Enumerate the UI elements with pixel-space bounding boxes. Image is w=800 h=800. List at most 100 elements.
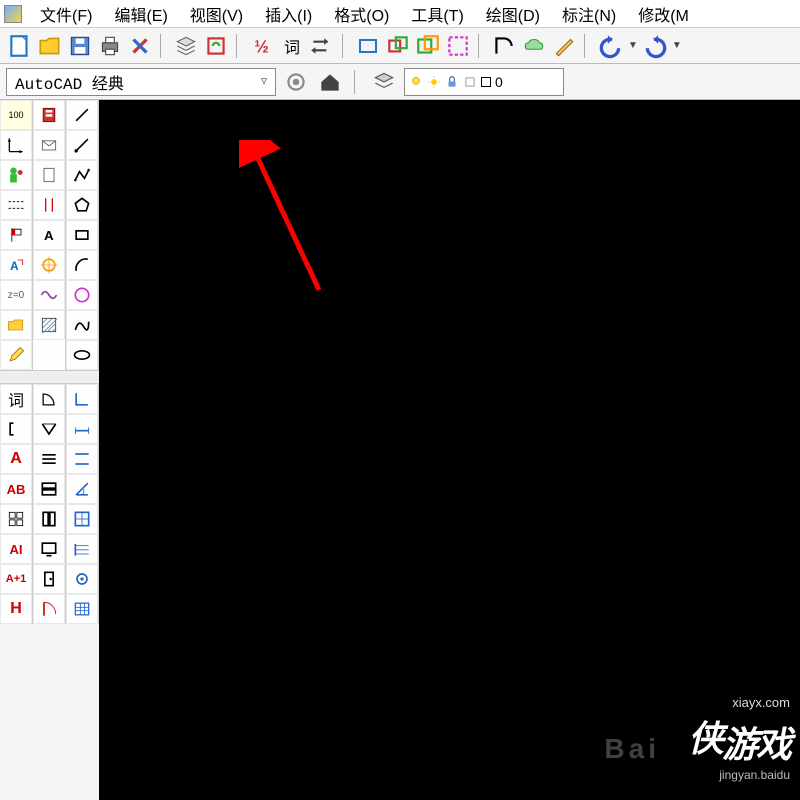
layer-manager-button[interactable] <box>370 68 398 96</box>
dim-angle-icon[interactable] <box>66 474 98 504</box>
v-shape-icon[interactable] <box>33 414 65 444</box>
transfer-button[interactable] <box>308 32 336 60</box>
quarter-arc-icon[interactable] <box>33 384 65 414</box>
undo-button[interactable] <box>596 32 624 60</box>
svg-text:A: A <box>10 260 19 273</box>
plot-preview-button[interactable] <box>126 32 154 60</box>
layer-color-swatch <box>481 77 491 87</box>
target-icon[interactable] <box>33 250 65 280</box>
menu-format[interactable]: 格式(O) <box>324 0 399 28</box>
line-tool[interactable] <box>66 100 98 130</box>
h-red-icon[interactable]: H <box>0 594 32 624</box>
menu-dimension[interactable]: 标注(N) <box>552 0 626 28</box>
axis-icon[interactable] <box>0 130 32 160</box>
person-green-icon[interactable] <box>0 160 32 190</box>
dim-linear-icon[interactable] <box>66 414 98 444</box>
dim-quarter-icon[interactable] <box>66 384 98 414</box>
layer-refresh-button[interactable] <box>202 32 230 60</box>
menu-file[interactable]: 文件(F) <box>30 0 102 28</box>
dim-window-icon[interactable] <box>66 504 98 534</box>
ai-icon[interactable]: AI <box>0 534 32 564</box>
ray-tool[interactable] <box>66 130 98 160</box>
svg-text:½: ½ <box>254 36 268 56</box>
menu-insert[interactable]: 插入(I) <box>255 0 322 28</box>
dim-baseline-icon[interactable] <box>66 534 98 564</box>
table-icon[interactable] <box>66 594 98 624</box>
door-swing-icon[interactable] <box>33 594 65 624</box>
ab-icon[interactable]: AB <box>0 474 32 504</box>
workspace-current-label: AutoCAD 经典 <box>15 70 124 94</box>
watermark: xiayx.com 侠游戏 jingyan.baidu <box>688 695 790 782</box>
layers-button[interactable] <box>172 32 200 60</box>
chevron-down-icon: ▽ <box>261 76 267 88</box>
svg-text:A: A <box>44 228 54 243</box>
new-button[interactable] <box>6 32 34 60</box>
a-style-icon[interactable]: A <box>0 250 32 280</box>
lock-icon <box>445 75 459 89</box>
redo-dropdown[interactable]: ▼ <box>672 40 682 51</box>
red-arrow-annotation <box>239 140 359 300</box>
a-red-icon[interactable]: A <box>0 444 32 474</box>
envelope-icon[interactable] <box>33 130 65 160</box>
spline-tool[interactable] <box>66 310 98 340</box>
cloud-button[interactable] <box>520 32 548 60</box>
split-v-icon[interactable] <box>33 504 65 534</box>
rect-multi-button[interactable] <box>384 32 412 60</box>
arc-tool-button[interactable] <box>490 32 518 60</box>
ci-icon[interactable]: 词 <box>0 384 32 414</box>
menu-draw[interactable]: 绘图(D) <box>476 0 550 28</box>
lines3-icon[interactable] <box>33 444 65 474</box>
plot-icon <box>463 75 477 89</box>
circle-tool[interactable] <box>66 280 98 310</box>
divider-vert-icon[interactable] <box>33 190 65 220</box>
folder-icon[interactable] <box>0 310 32 340</box>
menu-tools[interactable]: 工具(T) <box>401 0 473 28</box>
split-h-icon[interactable] <box>33 474 65 504</box>
rect-orange-button[interactable] <box>414 32 442 60</box>
rectangle-tool[interactable] <box>66 220 98 250</box>
select-dashed-button[interactable] <box>444 32 472 60</box>
pencil-icon[interactable] <box>0 340 32 370</box>
save-button[interactable] <box>66 32 94 60</box>
drawing-canvas[interactable]: Bai xiayx.com 侠游戏 jingyan.baidu <box>99 100 800 800</box>
wave-icon[interactable] <box>33 280 65 310</box>
sheet-icon[interactable] <box>33 160 65 190</box>
dim-target-icon[interactable] <box>66 564 98 594</box>
monitor-icon[interactable] <box>33 534 65 564</box>
polyline-tool[interactable] <box>66 160 98 190</box>
workspace-settings-button[interactable] <box>282 68 310 96</box>
layer-name-label: 0 <box>495 74 503 90</box>
grid4-icon[interactable] <box>0 504 32 534</box>
square-bracket-icon[interactable] <box>0 414 32 444</box>
z-zero-icon[interactable]: z=0 <box>0 280 32 310</box>
redo-button[interactable] <box>642 32 670 60</box>
door-icon[interactable] <box>33 564 65 594</box>
a-plus-icon[interactable]: A+1 <box>0 564 32 594</box>
rect-blue-button[interactable] <box>354 32 382 60</box>
text-button[interactable]: 词 <box>278 32 306 60</box>
open-button[interactable] <box>36 32 64 60</box>
polygon-tool[interactable] <box>66 190 98 220</box>
menu-edit[interactable]: 编辑(E) <box>104 0 177 28</box>
hatch-icon[interactable] <box>33 310 65 340</box>
brush-button[interactable] <box>550 32 578 60</box>
sun-icon <box>427 75 441 89</box>
dash-pattern-icon[interactable] <box>0 190 32 220</box>
watermark-bg: Bai <box>604 733 660 765</box>
ellipse-tool[interactable] <box>66 340 98 370</box>
blocks-button[interactable]: ½ <box>248 32 276 60</box>
undo-dropdown[interactable]: ▼ <box>626 40 640 51</box>
app-icon <box>4 5 22 23</box>
dim-gap-icon[interactable] <box>66 444 98 474</box>
workspace-dropdown[interactable]: AutoCAD 经典 ▽ <box>6 68 276 96</box>
film-icon[interactable] <box>33 100 65 130</box>
text-a-icon[interactable]: A <box>33 220 65 250</box>
menu-view[interactable]: 视图(V) <box>180 0 253 28</box>
layer-dropdown[interactable]: 0 <box>404 68 564 96</box>
arc-tool[interactable] <box>66 250 98 280</box>
ruler-icon[interactable]: 100 <box>0 100 32 130</box>
menu-modify[interactable]: 修改(M <box>628 0 699 28</box>
workspace-home-button[interactable] <box>316 68 344 96</box>
flag-red-icon[interactable] <box>0 220 32 250</box>
print-button[interactable] <box>96 32 124 60</box>
